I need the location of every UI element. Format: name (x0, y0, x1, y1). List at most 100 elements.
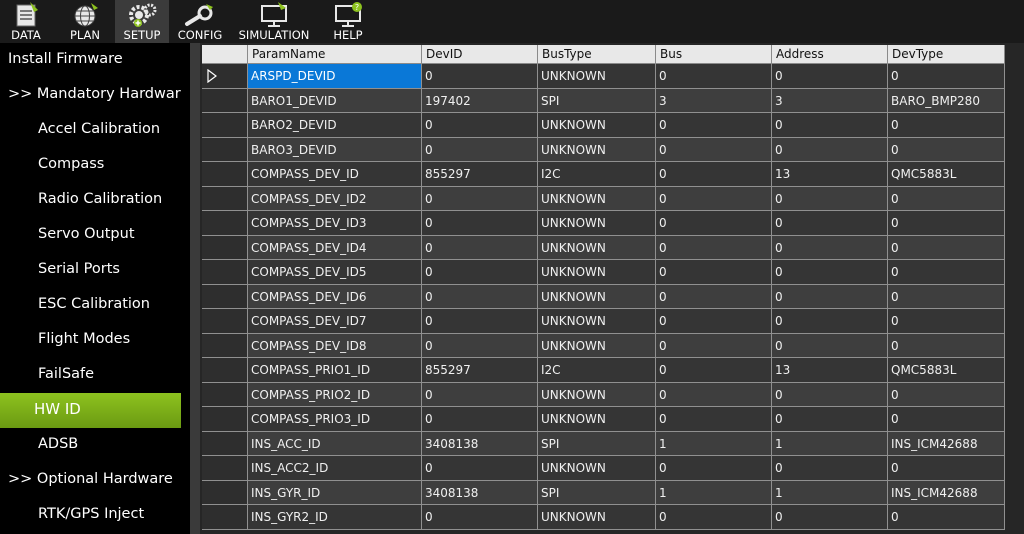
column-header-address[interactable]: Address (772, 45, 888, 64)
menu-help[interactable]: ? HELP (322, 0, 374, 43)
cell-paramname[interactable]: COMPASS_DEV_ID7 (248, 309, 422, 334)
cell-devid[interactable]: 3408138 (422, 431, 538, 456)
cell-devid[interactable]: 0 (422, 113, 538, 138)
cell-bus[interactable]: 0 (656, 162, 772, 187)
cell-devtype[interactable]: 0 (888, 456, 1005, 481)
row-header[interactable] (202, 211, 248, 236)
table-row[interactable]: COMPASS_DEV_ID4 0 UNKNOWN 0 0 0 (202, 235, 1005, 260)
cell-address[interactable]: 0 (772, 260, 888, 285)
cell-devtype[interactable]: 0 (888, 137, 1005, 162)
cell-bus[interactable]: 0 (656, 284, 772, 309)
cell-bus[interactable]: 0 (656, 358, 772, 383)
cell-bus[interactable]: 0 (656, 235, 772, 260)
cell-bustype[interactable]: SPI (538, 480, 656, 505)
cell-address[interactable]: 0 (772, 456, 888, 481)
cell-address[interactable]: 13 (772, 358, 888, 383)
row-header[interactable] (202, 456, 248, 481)
cell-devid[interactable]: 197402 (422, 88, 538, 113)
column-header-bustype[interactable]: BusType (538, 45, 656, 64)
cell-bustype[interactable]: UNKNOWN (538, 505, 656, 530)
table-row[interactable]: COMPASS_PRIO1_ID 855297 I2C 0 13 QMC5883L (202, 358, 1005, 383)
cell-bus[interactable]: 0 (656, 64, 772, 89)
table-row[interactable]: COMPASS_PRIO3_ID 0 UNKNOWN 0 0 0 (202, 407, 1005, 432)
cell-devtype[interactable]: BARO_BMP280 (888, 88, 1005, 113)
cell-address[interactable]: 0 (772, 407, 888, 432)
row-header[interactable] (202, 309, 248, 334)
row-header[interactable] (202, 505, 248, 530)
cell-devid[interactable]: 0 (422, 333, 538, 358)
cell-bustype[interactable]: UNKNOWN (538, 407, 656, 432)
cell-address[interactable]: 0 (772, 186, 888, 211)
table-row[interactable]: BARO3_DEVID 0 UNKNOWN 0 0 0 (202, 137, 1005, 162)
cell-address[interactable]: 0 (772, 137, 888, 162)
table-row[interactable]: COMPASS_DEV_ID2 0 UNKNOWN 0 0 0 (202, 186, 1005, 211)
table-row[interactable]: INS_ACC_ID 3408138 SPI 1 1 INS_ICM42688 (202, 431, 1005, 456)
cell-bustype[interactable]: SPI (538, 431, 656, 456)
cell-paramname[interactable]: ARSPD_DEVID (248, 64, 422, 89)
cell-bustype[interactable]: UNKNOWN (538, 284, 656, 309)
cell-bus[interactable]: 0 (656, 309, 772, 334)
row-header[interactable] (202, 113, 248, 138)
column-header-bus[interactable]: Bus (656, 45, 772, 64)
cell-address[interactable]: 0 (772, 235, 888, 260)
cell-devtype[interactable]: 0 (888, 382, 1005, 407)
cell-bustype[interactable]: UNKNOWN (538, 235, 656, 260)
cell-paramname[interactable]: BARO2_DEVID (248, 113, 422, 138)
cell-address[interactable]: 0 (772, 505, 888, 530)
column-header-devid[interactable]: DevID (422, 45, 538, 64)
cell-devtype[interactable]: 0 (888, 407, 1005, 432)
row-header[interactable] (202, 333, 248, 358)
cell-devtype[interactable]: 0 (888, 505, 1005, 530)
cell-address[interactable]: 0 (772, 382, 888, 407)
sidebar-item-optional-hardware[interactable]: >> Optional Hardware (0, 463, 189, 498)
cell-bustype[interactable]: SPI (538, 88, 656, 113)
cell-devtype[interactable]: 0 (888, 333, 1005, 358)
cell-paramname[interactable]: INS_GYR2_ID (248, 505, 422, 530)
cell-bustype[interactable]: UNKNOWN (538, 456, 656, 481)
cell-address[interactable]: 3 (772, 88, 888, 113)
cell-bus[interactable]: 0 (656, 260, 772, 285)
row-header[interactable] (202, 235, 248, 260)
cell-devid[interactable]: 0 (422, 137, 538, 162)
cell-paramname[interactable]: COMPASS_DEV_ID6 (248, 284, 422, 309)
cell-bustype[interactable]: UNKNOWN (538, 186, 656, 211)
cell-bus[interactable]: 0 (656, 382, 772, 407)
table-row[interactable]: COMPASS_DEV_ID8 0 UNKNOWN 0 0 0 (202, 333, 1005, 358)
cell-bustype[interactable]: UNKNOWN (538, 309, 656, 334)
table-row[interactable]: COMPASS_DEV_ID5 0 UNKNOWN 0 0 0 (202, 260, 1005, 285)
row-header[interactable] (202, 480, 248, 505)
cell-paramname[interactable]: COMPASS_DEV_ID (248, 162, 422, 187)
cell-devid[interactable]: 0 (422, 211, 538, 236)
row-header[interactable] (202, 137, 248, 162)
cell-address[interactable]: 1 (772, 480, 888, 505)
menu-data[interactable]: DATA (0, 0, 52, 43)
cell-devid[interactable]: 0 (422, 260, 538, 285)
table-row[interactable]: INS_ACC2_ID 0 UNKNOWN 0 0 0 (202, 456, 1005, 481)
table-row[interactable]: BARO2_DEVID 0 UNKNOWN 0 0 0 (202, 113, 1005, 138)
table-row[interactable]: COMPASS_DEV_ID3 0 UNKNOWN 0 0 0 (202, 211, 1005, 236)
cell-bus[interactable]: 0 (656, 456, 772, 481)
cell-paramname[interactable]: COMPASS_DEV_ID3 (248, 211, 422, 236)
cell-devtype[interactable]: QMC5883L (888, 358, 1005, 383)
cell-devtype[interactable]: 0 (888, 64, 1005, 89)
sidebar-item-mandatory-hardware[interactable]: >> Mandatory Hardware (0, 78, 189, 113)
cell-paramname[interactable]: COMPASS_PRIO2_ID (248, 382, 422, 407)
cell-devtype[interactable]: 0 (888, 260, 1005, 285)
column-header-paramname[interactable]: ParamName (248, 45, 422, 64)
cell-bustype[interactable]: UNKNOWN (538, 382, 656, 407)
cell-devtype[interactable]: QMC5883L (888, 162, 1005, 187)
menu-plan[interactable]: PLAN (62, 0, 108, 43)
cell-bus[interactable]: 0 (656, 113, 772, 138)
cell-paramname[interactable]: COMPASS_PRIO3_ID (248, 407, 422, 432)
cell-devid[interactable]: 0 (422, 235, 538, 260)
cell-devid[interactable]: 0 (422, 407, 538, 432)
cell-bus[interactable]: 1 (656, 480, 772, 505)
cell-paramname[interactable]: COMPASS_PRIO1_ID (248, 358, 422, 383)
cell-devtype[interactable]: 0 (888, 113, 1005, 138)
row-header[interactable] (202, 284, 248, 309)
cell-address[interactable]: 0 (772, 284, 888, 309)
cell-paramname[interactable]: INS_ACC_ID (248, 431, 422, 456)
menu-simulation[interactable]: SIMULATION (236, 0, 312, 43)
cell-bus[interactable]: 0 (656, 505, 772, 530)
row-header[interactable] (202, 431, 248, 456)
